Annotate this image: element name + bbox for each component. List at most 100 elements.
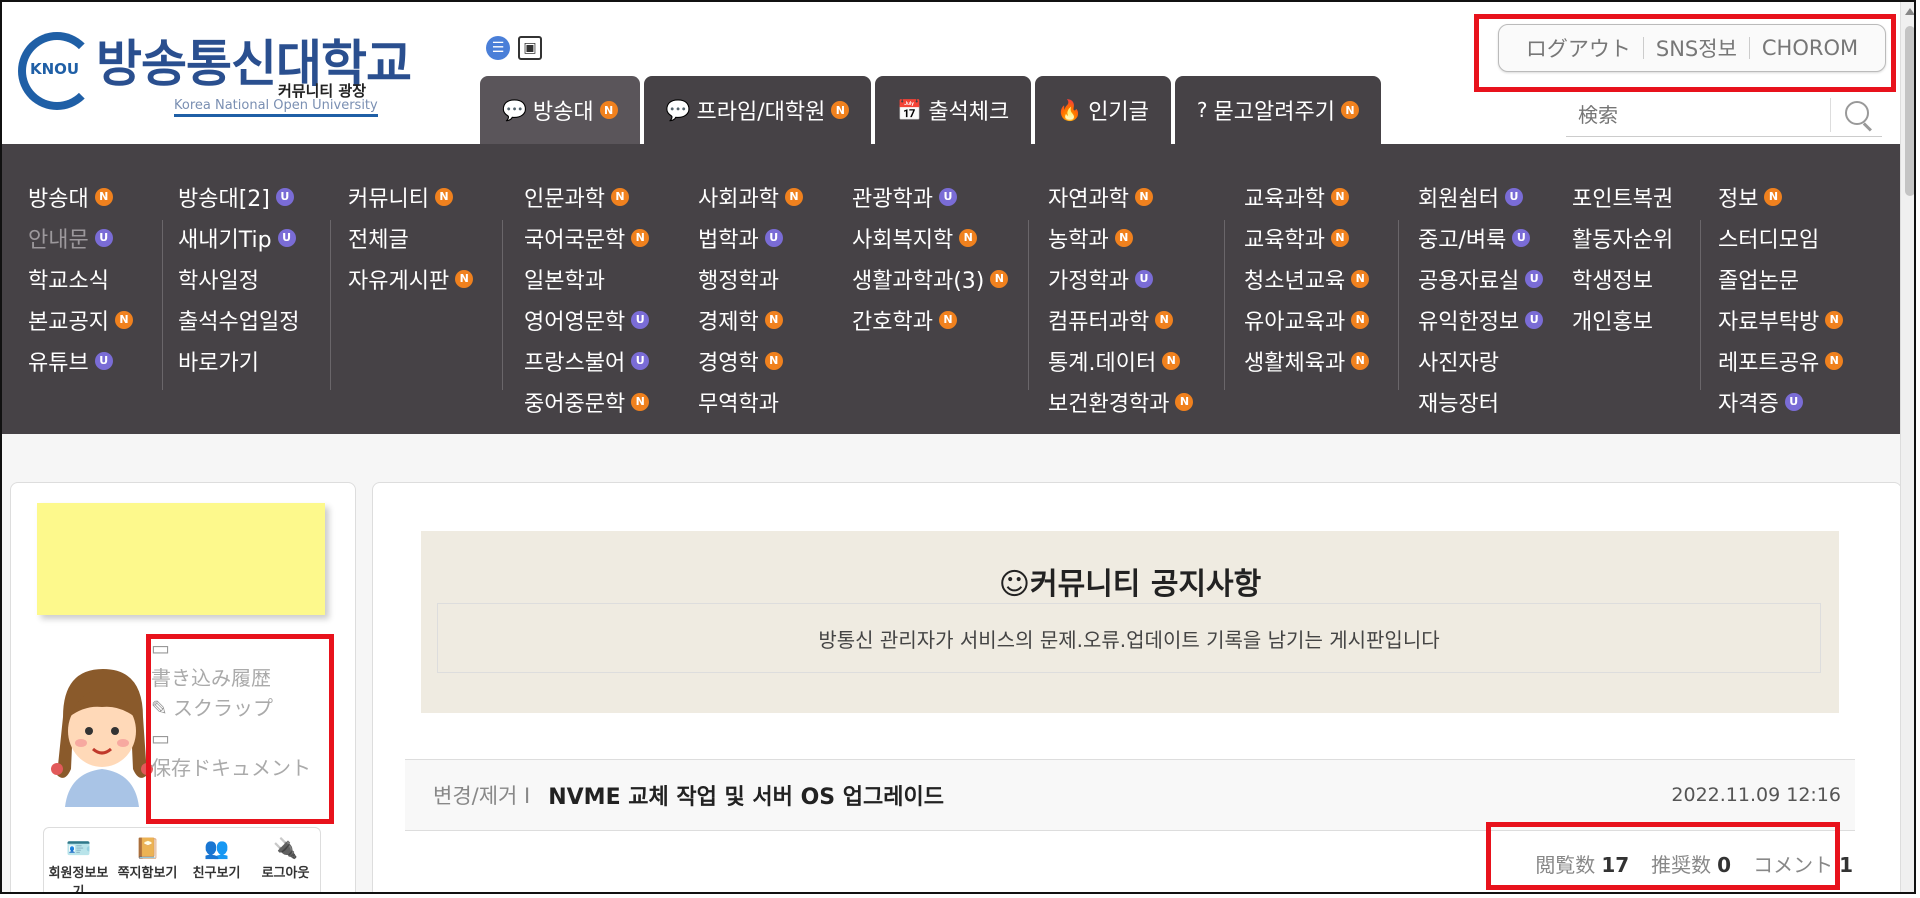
sidebar-tool-button[interactable]: 🔌 로그아웃 <box>254 836 318 892</box>
menu-item[interactable]: 간호학과 N <box>852 299 1008 340</box>
menu-item[interactable]: 유익한정보 U <box>1418 299 1544 340</box>
menu-item[interactable]: 교육과학 N <box>1244 176 1369 217</box>
menu-item[interactable]: 유아교육과 N <box>1244 299 1370 340</box>
nav-tab[interactable]: 🔥 인기글 <box>1035 76 1171 144</box>
menu-item[interactable]: 통계.데이터 N <box>1048 340 1193 381</box>
sidebar-link-scrap[interactable]: ✎ スクラップ <box>151 693 331 723</box>
menu-item[interactable]: 행정학과 <box>698 258 823 299</box>
post-category[interactable]: 변경/제거 I <box>433 780 530 810</box>
menu-item[interactable]: 활동자순위 <box>1572 217 1673 258</box>
clipboard-icon[interactable]: ▣ <box>518 36 542 60</box>
menu-item-label: 사회복지학 <box>852 227 954 253</box>
menu-item[interactable]: 학교소식 <box>28 258 133 299</box>
sidebar-link-history[interactable]: ▭ 書き込み履歴 <box>151 633 331 693</box>
menu-item[interactable]: 자격증 U <box>1718 381 1843 422</box>
username-link[interactable]: CHOROM <box>1762 36 1858 60</box>
menu-item[interactable]: 안내문 U <box>28 217 133 258</box>
menu-item[interactable]: 스터디모임 <box>1718 217 1843 258</box>
menu-item[interactable]: 청소년교육 N <box>1244 258 1370 299</box>
menu-item[interactable]: 문화교양과N <box>524 422 649 426</box>
post-date: 2022.11.09 12:16 <box>1671 784 1841 806</box>
menu-item-label: 새내기Tip <box>178 227 272 253</box>
menu-item[interactable]: 중어중문학 N <box>524 381 650 422</box>
sidebar-tools: 🪪 회원정보보기 📔 쪽지함보기 👥 친구보기 🔌 로그아웃 <box>43 827 321 892</box>
menu-item[interactable]: 중고/벼룩 U <box>1418 217 1543 258</box>
updated-badge: U <box>631 351 650 370</box>
menu-item[interactable]: 졸업논문 <box>1718 258 1843 299</box>
menu-item[interactable]: 공용자료실 U <box>1418 258 1544 299</box>
menu-item-label: 개인홍보 <box>1572 309 1653 335</box>
menu-item-label: 유아교육과 <box>1244 309 1346 335</box>
menu-item[interactable]: 전체글 <box>348 217 473 258</box>
scroll-up-arrow-icon[interactable] <box>1905 8 1914 15</box>
new-badge: N <box>1134 187 1153 206</box>
search-icon[interactable] <box>1831 95 1881 135</box>
menu-item[interactable]: 영어영문학 U <box>524 299 650 340</box>
menu-item[interactable]: 유튜브 U <box>28 340 133 381</box>
menu-item[interactable]: 포인트복권 <box>1572 176 1673 217</box>
nav-tab[interactable]: ? 묻고알려주기 N <box>1174 76 1381 144</box>
menu-item[interactable]: 방송대 N <box>28 176 133 217</box>
menu-item[interactable]: 국어국문학 N <box>524 217 650 258</box>
menu-item-label: 중어중문학 <box>524 391 626 417</box>
sidebar-tool-button[interactable]: 📔 쪽지함보기 <box>116 836 180 892</box>
menu-item[interactable]: 자료부탁방 N <box>1718 299 1844 340</box>
menu-item-label: 자유게시판 <box>348 268 450 294</box>
menu-item-label: 방송대[2] <box>178 186 270 212</box>
menu-item[interactable]: 농학과 N <box>1048 217 1193 258</box>
menu-item[interactable]: 인문과학 N <box>524 176 649 217</box>
new-badge: N <box>1825 351 1844 370</box>
menu-item[interactable]: 재능장터 <box>1418 381 1543 422</box>
menu-item[interactable]: 교육학과 N <box>1244 217 1369 258</box>
sidebar-link-saved[interactable]: ▭ 保存ドキュメント <box>151 723 331 783</box>
logout-link[interactable]: ログアウト <box>1526 33 1631 63</box>
vertical-scrollbar[interactable] <box>1900 2 1914 892</box>
site-logo[interactable]: KNOU 방송통신대학교 커뮤니티 광장 Korea National Open… <box>18 24 412 124</box>
menu-item[interactable]: 사진자랑 <box>1418 340 1543 381</box>
menu-item[interactable]: 무역학과 <box>698 381 823 422</box>
menu-item[interactable]: 정보 N <box>1718 176 1843 217</box>
menu-item[interactable]: 보건환경학과 N <box>1048 381 1194 422</box>
menu-item[interactable]: 가정학과 U <box>1048 258 1193 299</box>
menu-item[interactable]: 방송대[2] U <box>178 176 299 217</box>
scroll-thumb[interactable] <box>1905 26 1914 196</box>
sidebar-tool-button[interactable]: 👥 친구보기 <box>185 836 249 892</box>
menu-item[interactable]: 일본학과 <box>524 258 649 299</box>
menu-item[interactable]: 출석수업일정 <box>178 299 299 340</box>
menu-item[interactable]: 자유게시판 N <box>348 258 474 299</box>
menu-item[interactable]: 학사일정 <box>178 258 299 299</box>
search-input[interactable] <box>1566 102 1830 128</box>
list-icon[interactable]: ☰ <box>486 36 510 60</box>
menu-item[interactable]: 경영학 N <box>698 340 823 381</box>
menu-item[interactable]: 자연과학 N <box>1048 176 1193 217</box>
menu-item[interactable]: 미디어영상U <box>698 422 823 426</box>
menu-item[interactable]: 구인/구직 <box>1418 422 1543 426</box>
menu-item[interactable]: 회원쉼터 U <box>1418 176 1543 217</box>
comments-stat[interactable]: コメント 1 <box>1753 849 1853 878</box>
menu-item[interactable]: 생활체육과 N <box>1244 340 1370 381</box>
nav-tab[interactable]: 💬 프라임/대학원 N <box>643 76 872 144</box>
menu-item[interactable]: 법학과 U <box>698 217 823 258</box>
sidebar-tool-button[interactable]: 🪪 회원정보보기 <box>47 836 111 892</box>
menu-item[interactable]: 바로가기 <box>178 340 299 381</box>
menu-item[interactable]: Contact US <box>1718 422 1843 426</box>
menu-item[interactable]: 개인홍보 <box>1572 299 1673 340</box>
menu-item-label: 방송대 <box>28 186 89 212</box>
sns-info-link[interactable]: SNS정보 <box>1656 33 1737 63</box>
menu-item[interactable]: 프랑스불어 U <box>524 340 650 381</box>
menu-item[interactable]: 새내기Tip U <box>178 217 299 258</box>
menu-item[interactable]: 사회과학 N <box>698 176 823 217</box>
post-title[interactable]: NVME 교체 작업 및 서버 OS 업그레이드 <box>548 779 944 811</box>
menu-item[interactable]: 경제학 N <box>698 299 823 340</box>
menu-item[interactable]: 관광학과 U <box>852 176 1008 217</box>
menu-item[interactable]: 생활과학과(3) N <box>852 258 1009 299</box>
menu-item[interactable]: 본교공지 N <box>28 299 133 340</box>
menu-item[interactable]: 커뮤니티 N <box>348 176 473 217</box>
nav-tab[interactable]: 💬 방송대 N <box>480 76 640 144</box>
menu-item[interactable]: 컴퓨터과학 N <box>1048 299 1193 340</box>
divider <box>1642 37 1644 59</box>
nav-tab[interactable]: 📅 출석체크 <box>875 76 1032 144</box>
menu-item[interactable]: 사회복지학 N <box>852 217 1008 258</box>
menu-item[interactable]: 레포트공유 N <box>1718 340 1844 381</box>
menu-item[interactable]: 학생정보 <box>1572 258 1673 299</box>
